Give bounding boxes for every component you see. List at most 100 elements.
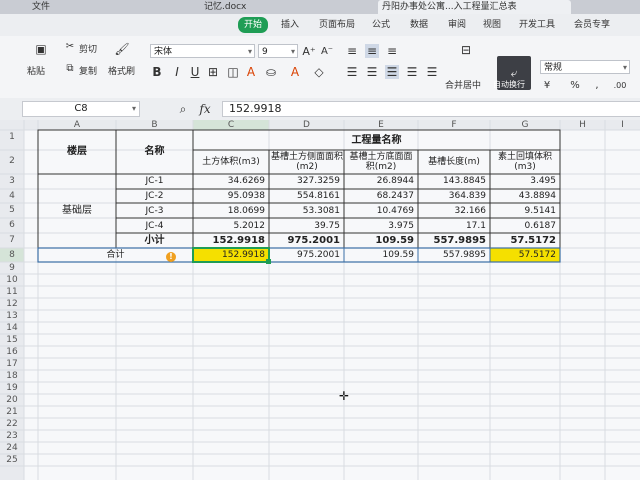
column-header-d[interactable]: D xyxy=(269,120,344,130)
table-cell[interactable]: 9.5141 xyxy=(490,205,557,218)
table-row-name[interactable]: JC-3 xyxy=(116,205,193,218)
row-header[interactable]: 1 xyxy=(0,132,24,142)
percent-icon[interactable]: % xyxy=(568,78,582,92)
floor-header[interactable]: 楼层 xyxy=(38,145,116,158)
font-name-select[interactable]: 宋体 ▾ xyxy=(150,44,255,58)
menu-home[interactable]: 开始 xyxy=(238,17,269,33)
menu-view[interactable]: 视图 xyxy=(483,18,501,32)
table-cell[interactable]: 18.0699 xyxy=(193,205,265,218)
italic-icon[interactable]: I xyxy=(170,65,184,79)
align-middle-icon[interactable]: ≡ xyxy=(365,44,379,58)
subheader-bottom-area[interactable]: 基槽土方底面面积(m2) xyxy=(346,152,416,172)
row-header[interactable]: 14 xyxy=(0,323,24,333)
border-icon[interactable]: ⊞ xyxy=(206,65,220,79)
column-header-b[interactable]: B xyxy=(116,120,193,130)
format-painter-icon[interactable]: 🖌 xyxy=(114,40,130,58)
align-left-icon[interactable]: ☰ xyxy=(345,65,359,79)
row-header[interactable]: 10 xyxy=(0,275,24,285)
subheader-backfill-volume[interactable]: 素土回填体积(m3) xyxy=(492,152,558,172)
align-top-icon[interactable]: ≡ xyxy=(345,44,359,58)
menu-page-layout[interactable]: 页面布局 xyxy=(319,18,355,32)
fx-icon[interactable]: fx xyxy=(196,101,214,117)
quantity-group-header[interactable]: 工程量名称 xyxy=(193,134,560,147)
zoom-search-icon[interactable]: ⌕ xyxy=(176,101,190,117)
total-cell[interactable]: 57.5172 xyxy=(490,249,556,262)
increase-font-icon[interactable]: A⁺ xyxy=(302,44,316,58)
row-header[interactable]: 9 xyxy=(0,263,24,273)
format-painter-button[interactable]: 格式刷 xyxy=(108,64,135,77)
row-header[interactable]: 16 xyxy=(0,347,24,357)
total-cell[interactable]: 152.9918 xyxy=(193,249,265,262)
row-header[interactable]: 3 xyxy=(0,176,24,186)
table-cell[interactable]: 34.6269 xyxy=(193,175,265,188)
increase-decimal-icon[interactable]: .00 xyxy=(608,78,632,92)
row-header[interactable]: 7 xyxy=(0,235,24,245)
menu-developer[interactable]: 开发工具 xyxy=(519,18,555,32)
menu-member[interactable]: 会员专享 xyxy=(574,18,610,32)
column-header-a[interactable]: A xyxy=(38,120,116,130)
row-header[interactable]: 2 xyxy=(0,156,24,166)
table-row-name[interactable]: JC-2 xyxy=(116,190,193,203)
table-cell[interactable]: 143.8845 xyxy=(418,175,486,188)
subtotal-cell[interactable]: 557.9895 xyxy=(418,234,486,247)
column-header-i[interactable]: I xyxy=(605,120,640,130)
row-header[interactable]: 6 xyxy=(0,220,24,230)
text-color-icon[interactable]: A xyxy=(288,65,302,79)
row-header[interactable]: 19 xyxy=(0,383,24,393)
total-cell[interactable]: 975.2001 xyxy=(269,249,340,262)
paint-bucket-icon[interactable]: ⛀ xyxy=(264,65,278,79)
underline-icon[interactable]: U xyxy=(188,65,202,79)
table-cell[interactable]: 364.839 xyxy=(418,190,486,203)
total-cell[interactable]: 557.9895 xyxy=(418,249,486,262)
number-format-select[interactable]: 常规 ▾ xyxy=(540,60,630,74)
row-header[interactable]: 17 xyxy=(0,359,24,369)
column-header-f[interactable]: F xyxy=(418,120,490,130)
table-cell[interactable]: 17.1 xyxy=(418,220,486,233)
name-box[interactable]: C8 ▾ xyxy=(22,101,140,117)
justify-icon[interactable]: ☰ xyxy=(405,65,419,79)
row-header[interactable]: 21 xyxy=(0,407,24,417)
bold-icon[interactable]: B xyxy=(150,65,164,79)
font-size-select[interactable]: 9 ▾ xyxy=(258,44,298,58)
table-cell[interactable]: 26.8944 xyxy=(344,175,414,188)
name-header[interactable]: 名称 xyxy=(116,145,193,158)
table-cell[interactable]: 43.8894 xyxy=(490,190,556,203)
column-header-h[interactable]: H xyxy=(560,120,605,130)
row-header[interactable]: 4 xyxy=(0,191,24,201)
table-row-name[interactable]: JC-4 xyxy=(116,220,193,233)
table-cell[interactable]: 68.2437 xyxy=(344,190,414,203)
cut-button[interactable]: 剪切 xyxy=(79,42,97,55)
row-header[interactable]: 25 xyxy=(0,455,24,465)
menu-formulas[interactable]: 公式 xyxy=(372,18,390,32)
fill-color-icon[interactable]: ◫ xyxy=(226,65,240,79)
merge-center-button[interactable]: 合并居中 xyxy=(445,78,481,91)
subheader-side-area[interactable]: 基槽土方侧面面积(m2) xyxy=(271,152,343,172)
table-cell[interactable]: 327.3259 xyxy=(269,175,340,188)
subtotal-cell[interactable]: 57.5172 xyxy=(490,234,556,247)
thousands-icon[interactable]: , xyxy=(590,78,604,92)
file-menu-button[interactable]: 文件 xyxy=(28,0,54,14)
copy-button[interactable]: 复制 xyxy=(79,64,97,77)
subtotal-cell[interactable]: 152.9918 xyxy=(193,234,265,247)
wrap-text-button[interactable]: 自动换行 xyxy=(493,79,525,90)
tab-document[interactable]: 记忆.docx xyxy=(200,0,283,14)
table-cell[interactable]: 5.2012 xyxy=(193,220,266,233)
row-header[interactable]: 24 xyxy=(0,443,24,453)
align-right-icon[interactable]: ☰ xyxy=(385,65,399,79)
worksheet[interactable]: A B C D E F G H I 1 2 3 4 5 6 7 8 9 10 1… xyxy=(0,120,640,480)
table-cell[interactable]: 554.8161 xyxy=(269,190,340,203)
table-cell[interactable]: 53.3081 xyxy=(269,205,340,218)
row-header[interactable]: 5 xyxy=(0,205,24,215)
menu-insert[interactable]: 插入 xyxy=(281,18,299,32)
row-header[interactable]: 18 xyxy=(0,371,24,381)
floor-cell[interactable]: 基础层 xyxy=(38,204,116,217)
table-cell[interactable]: 0.6187 xyxy=(490,220,557,233)
distributed-icon[interactable]: ☰ xyxy=(425,65,439,79)
menu-data[interactable]: 数据 xyxy=(410,18,428,32)
paste-button[interactable]: 粘贴 xyxy=(27,64,45,77)
subtotal-cell[interactable]: 975.2001 xyxy=(269,234,340,247)
row-header[interactable]: 20 xyxy=(0,395,24,405)
table-cell[interactable]: 3.975 xyxy=(344,220,414,233)
menu-review[interactable]: 审阅 xyxy=(448,18,466,32)
total-cell[interactable]: 109.59 xyxy=(344,249,415,262)
